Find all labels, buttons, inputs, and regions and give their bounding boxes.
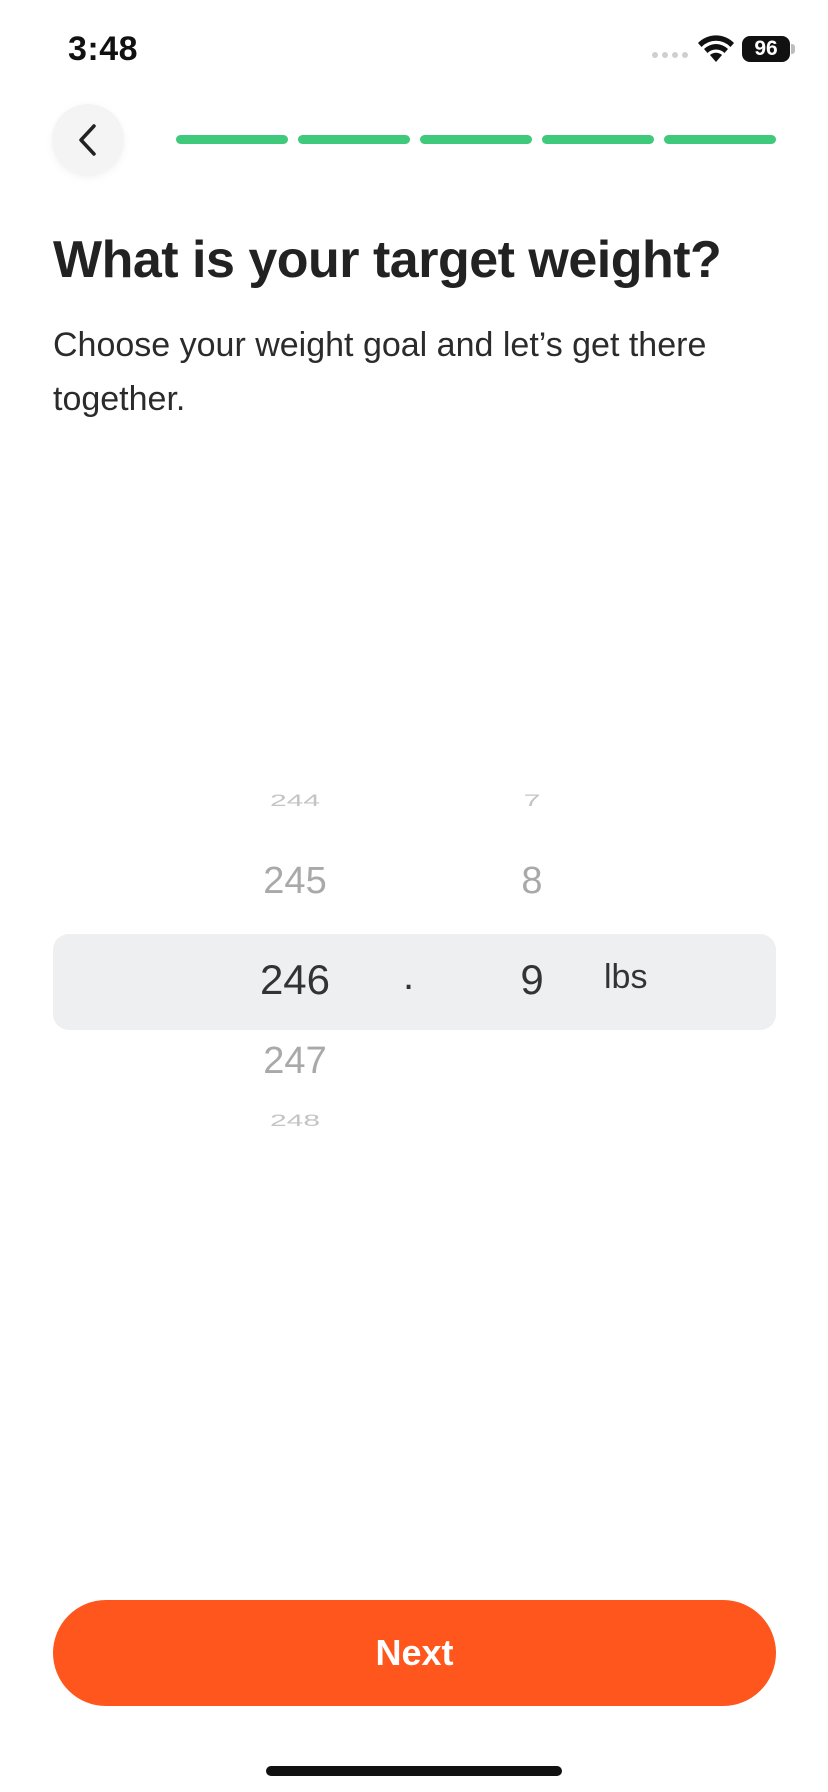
progress-bar [176, 135, 776, 144]
cell-signal-icon [652, 52, 688, 58]
chevron-left-icon [79, 124, 96, 156]
page-subtitle: Choose your weight goal and let’s get th… [53, 326, 707, 418]
home-indicator [266, 1766, 562, 1776]
status-time: 3:48 [68, 30, 139, 68]
picker-decimal-selected[interactable]: 9 [452, 956, 612, 1004]
picker-integer-option[interactable]: 244 [215, 792, 375, 811]
battery-icon: 96 [742, 36, 790, 62]
page-title: What is your target weight? [53, 231, 722, 289]
back-button[interactable] [52, 104, 124, 176]
next-button[interactable]: Next [53, 1600, 776, 1706]
picker-decimal-option[interactable]: 7 [452, 792, 612, 811]
picker-integer-selected[interactable]: 246 [215, 956, 375, 1004]
picker-unit-label: lbs [604, 958, 648, 996]
picker-integer-option[interactable]: 247 [215, 1040, 375, 1083]
picker-integer-option[interactable]: 248 [215, 1112, 375, 1131]
picker-decimal-option[interactable]: 8 [452, 860, 612, 903]
progress-segment [298, 135, 410, 144]
progress-segment [176, 135, 288, 144]
picker-selection-highlight [53, 934, 776, 1030]
status-bar: 3:48 96 [0, 0, 828, 100]
battery-nub [791, 44, 795, 54]
wifi-icon [698, 35, 734, 62]
picker-integer-option[interactable]: 245 [215, 860, 375, 903]
progress-segment [420, 135, 532, 144]
progress-segment [664, 135, 776, 144]
picker-decimal-separator: . [403, 954, 415, 998]
weight-picker[interactable]: 244 245 246 247 248 . 7 8 9 lbs [53, 790, 776, 1170]
progress-segment [542, 135, 654, 144]
